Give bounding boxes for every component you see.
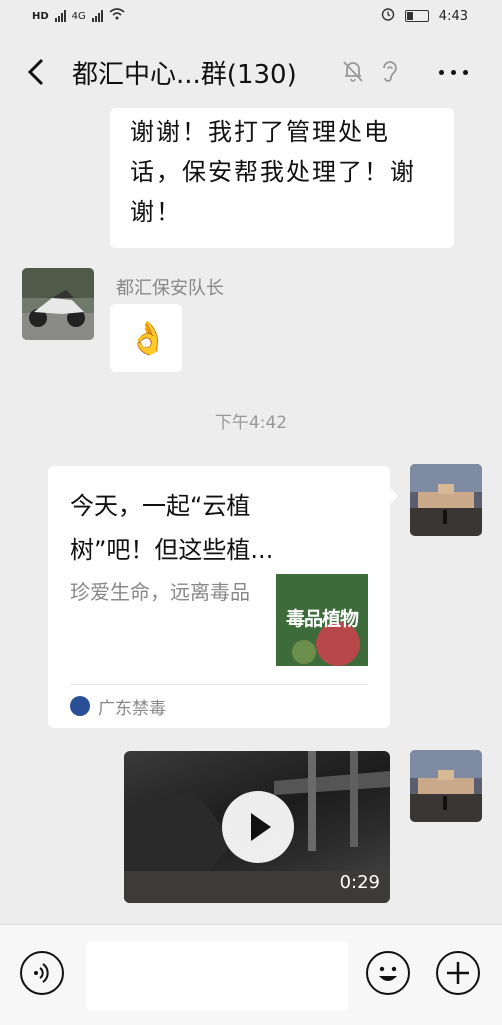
message-bubble[interactable]: 👌 [110,304,182,372]
play-icon[interactable] [222,791,294,863]
network-type: 4G [71,10,86,22]
card-thumbnail: 毒品植物 [276,574,368,666]
chevron-left-icon [27,58,44,86]
voice-input-button[interactable] [20,951,64,995]
wifi-icon [109,8,125,24]
alarm-icon [381,7,395,25]
signal-icon [54,10,66,22]
emoji-button[interactable] [366,951,410,995]
card-title: 今天，一起“云植树”吧！但这些植... [70,492,274,564]
input-bar [0,924,502,1025]
thumbnail-text: 毒品植物 [285,608,359,630]
plus-icon [447,962,469,984]
message-text: 谢谢！我打了管理处电话，保安帮我处理了！谢谢！ [130,118,416,226]
chat-header: 都汇中心...群(130) [0,32,502,112]
more-options-button[interactable] [439,70,468,75]
signal-icon-2 [91,10,103,22]
time-divider: 下午4:42 [214,413,288,433]
link-card[interactable]: 今天，一起“云植树”吧！但这些植... 珍爱生命，远离毒品 毒品植物 广东禁毒 [48,466,398,728]
avatar[interactable] [22,268,94,340]
card-description: 珍爱生命，远离毒品 [70,580,250,604]
more-functions-button[interactable] [436,951,480,995]
voice-icon [34,963,49,983]
mute-bell-icon [338,56,368,86]
video-message[interactable]: 0:29 [124,751,390,903]
video-duration: 0:29 [339,872,380,893]
chat-title: 都汇中心...群(130) [72,60,297,90]
status-bar: HD 4G 4:43 [0,0,502,32]
divider [70,684,368,685]
source-logo-icon [70,696,90,716]
network-label: HD [32,10,49,22]
back-button[interactable] [22,52,50,92]
message-bubble[interactable]: 谢谢！我打了管理处电话，保安帮我处理了！谢谢！ [110,108,454,248]
sender-name: 都汇保安队长 [116,278,224,299]
avatar[interactable] [410,750,482,822]
message-input[interactable] [86,941,348,1011]
ok-hand-emoji: 👌 [128,319,168,357]
smiley-icon [379,966,397,981]
battery-icon [404,10,429,22]
clock: 4:43 [438,8,468,24]
card-source: 广东禁毒 [98,699,166,719]
avatar[interactable] [410,464,482,536]
earpiece-icon [374,56,404,86]
